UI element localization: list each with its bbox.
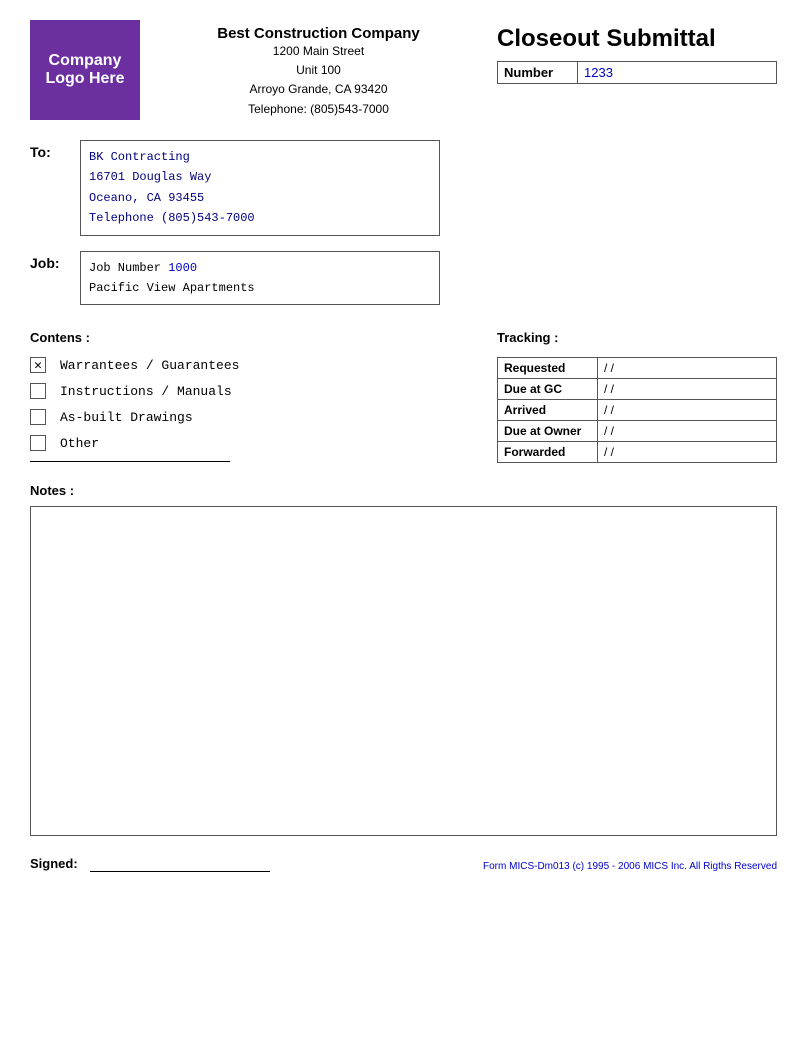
tracking-arrived-label: Arrived xyxy=(498,400,598,421)
list-item: ✕ Warrantees / Guarantees xyxy=(30,357,477,373)
checkbox-asbuilt-label: As-built Drawings xyxy=(60,410,193,425)
job-section: Job: Job Number 1000 Pacific View Apartm… xyxy=(30,251,777,306)
to-line4: Telephone (805)543-7000 xyxy=(89,208,431,228)
contents-tracking: Contens : ✕ Warrantees / Guarantees Inst… xyxy=(30,330,777,463)
notes-section: Notes : xyxy=(30,483,777,836)
tracking-forwarded-value: / / xyxy=(598,442,777,463)
signed-label: Signed: xyxy=(30,856,78,871)
company-logo: Company Logo Here xyxy=(30,20,140,120)
tracking-table: Requested / / Due at GC / / Arrived / / … xyxy=(497,357,777,463)
number-label: Number xyxy=(498,62,578,84)
checkbox-warranties-label: Warrantees / Guarantees xyxy=(60,358,239,373)
company-address3: Arroyo Grande, CA 93420 xyxy=(160,80,477,99)
to-label: To: xyxy=(30,140,70,160)
tracking-arrived-value: / / xyxy=(598,400,777,421)
company-info: Best Construction Company 1200 Main Stre… xyxy=(160,20,477,119)
list-item: As-built Drawings xyxy=(30,409,477,425)
job-number-link[interactable]: 1000 xyxy=(168,261,197,275)
footer: Signed: Form MICS-Dm013 (c) 1995 - 2006 … xyxy=(30,856,777,872)
company-name: Best Construction Company xyxy=(160,25,477,42)
tracking-dueatgc-value: / / xyxy=(598,379,777,400)
company-phone: Telephone: (805)543-7000 xyxy=(160,100,477,119)
checkbox-instructions[interactable] xyxy=(30,383,46,399)
number-value: 1233 xyxy=(578,62,777,84)
table-row: Forwarded / / xyxy=(498,442,777,463)
form-id: Form MICS-Dm013 (c) 1995 - 2006 MICS Inc… xyxy=(483,861,777,872)
number-table: Number 1233 xyxy=(497,61,777,84)
signed-area: Signed: xyxy=(30,856,270,872)
to-line1: BK Contracting xyxy=(89,147,431,167)
job-box: Job Number 1000 Pacific View Apartments xyxy=(80,251,440,306)
to-section: To: BK Contracting 16701 Douglas Way Oce… xyxy=(30,140,777,236)
tracking-label: Tracking : xyxy=(497,330,777,345)
job-name: Pacific View Apartments xyxy=(89,278,431,298)
company-address1: 1200 Main Street xyxy=(160,42,477,61)
checkbox-warranties[interactable]: ✕ xyxy=(30,357,46,373)
table-row: Due at Owner / / xyxy=(498,421,777,442)
tracking-col: Tracking : Requested / / Due at GC / / A… xyxy=(497,330,777,463)
job-number-line: Job Number 1000 xyxy=(89,258,431,278)
header: Company Logo Here Best Construction Comp… xyxy=(30,20,777,120)
notes-label: Notes : xyxy=(30,483,777,498)
tracking-requested-label: Requested xyxy=(498,358,598,379)
page-title: Closeout Submittal xyxy=(497,25,777,53)
to-line2: 16701 Douglas Way xyxy=(89,167,431,187)
tracking-dueatowner-value: / / xyxy=(598,421,777,442)
table-row: Arrived / / xyxy=(498,400,777,421)
table-row: Requested / / xyxy=(498,358,777,379)
list-item: Instructions / Manuals xyxy=(30,383,477,399)
to-line3: Oceano, CA 93455 xyxy=(89,188,431,208)
company-address2: Unit 100 xyxy=(160,61,477,80)
title-section: Closeout Submittal Number 1233 xyxy=(497,20,777,84)
other-detail-line xyxy=(30,461,230,462)
to-address: BK Contracting 16701 Douglas Way Oceano,… xyxy=(80,140,440,236)
checkbox-asbuilt[interactable] xyxy=(30,409,46,425)
signed-line xyxy=(90,871,270,872)
notes-box[interactable] xyxy=(30,506,777,836)
tracking-dueatowner-label: Due at Owner xyxy=(498,421,598,442)
checkbox-other[interactable] xyxy=(30,435,46,451)
contents-label: Contens : xyxy=(30,330,477,345)
checkbox-other-label: Other xyxy=(60,436,99,451)
tracking-requested-value: / / xyxy=(598,358,777,379)
job-label: Job: xyxy=(30,251,70,271)
tracking-dueatgc-label: Due at GC xyxy=(498,379,598,400)
list-item: Other xyxy=(30,435,477,451)
contents-col: Contens : ✕ Warrantees / Guarantees Inst… xyxy=(30,330,497,463)
checkbox-instructions-label: Instructions / Manuals xyxy=(60,384,232,399)
table-row: Due at GC / / xyxy=(498,379,777,400)
tracking-forwarded-label: Forwarded xyxy=(498,442,598,463)
